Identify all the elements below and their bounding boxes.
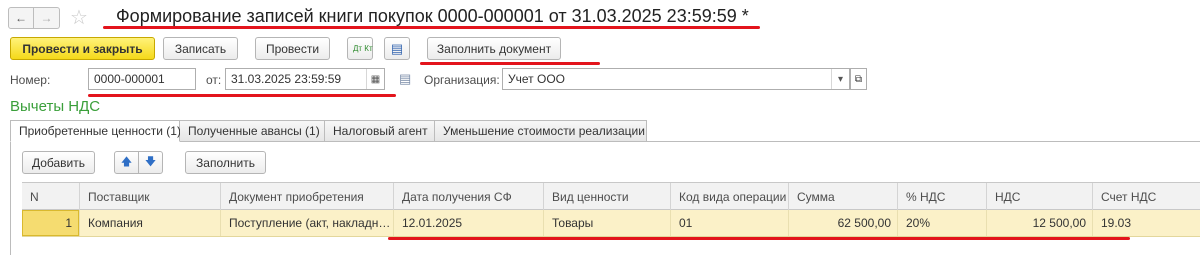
open-icon: ⧉ [854, 73, 863, 85]
report-button[interactable]: ▤ [384, 37, 410, 60]
move-down-button[interactable]: 🡇 [138, 151, 163, 174]
number-field[interactable]: 0000-000001 [88, 68, 196, 90]
add-row-button[interactable]: Добавить [22, 151, 95, 174]
star-icon[interactable]: ☆ [70, 8, 88, 28]
tab-tax-agent[interactable]: Налоговый агент [325, 120, 435, 142]
arrow-right-icon: → [40, 11, 53, 25]
forward-button[interactable]: → [34, 7, 60, 29]
tab-acquired-values[interactable]: Приобретенные ценности (1) [10, 120, 181, 142]
column-header-value-type[interactable]: Вид ценности [543, 183, 670, 210]
tab-sales-cost-reduction[interactable]: Уменьшение стоимости реализации [435, 120, 647, 142]
column-header-supplier[interactable]: Поставщик [79, 183, 220, 210]
save-button[interactable]: Записать [163, 37, 238, 60]
date-value: 31.03.2025 23:59:59 [231, 72, 342, 86]
date-field[interactable]: 31.03.2025 23:59:59 ▦ [225, 68, 385, 90]
annotation-underline-title [103, 26, 760, 29]
column-header-vat-rate[interactable]: % НДС [897, 183, 986, 210]
arrow-down-icon: 🡇 [144, 156, 157, 168]
cell-operation-code[interactable]: 01 [670, 210, 788, 236]
table-row[interactable]: 1 Компания Поступление (акт, накладн… 12… [22, 210, 1200, 237]
arrow-left-icon: ← [15, 11, 27, 25]
cell-vat-account[interactable]: 19.03 [1092, 210, 1200, 236]
cell-document[interactable]: Поступление (акт, накладн… [220, 210, 393, 236]
column-header-document[interactable]: Документ приобретения [220, 183, 393, 210]
fill-document-button[interactable]: Заполнить документ [427, 37, 561, 60]
column-header-amount[interactable]: Сумма [788, 183, 897, 210]
cell-invoice-date[interactable]: 12.01.2025 [393, 210, 543, 236]
title-bar: ← → ☆ [8, 6, 88, 30]
open-organization-button[interactable]: ⧉ [850, 68, 867, 90]
cell-n[interactable]: 1 [22, 210, 79, 236]
dt-kt-button[interactable]: Дт Кт [347, 37, 373, 60]
tab-received-advances[interactable]: Полученные авансы (1) [180, 120, 325, 142]
cell-supplier[interactable]: Компания [79, 210, 220, 236]
move-up-button[interactable]: 🡅 [114, 151, 139, 174]
column-header-invoice-date[interactable]: Дата получения СФ [393, 183, 543, 210]
annotation-underline-row [388, 237, 1130, 240]
annotation-underline-fill [420, 62, 600, 65]
dt-kt-icon: Дт Кт [353, 43, 373, 53]
post-and-close-button[interactable]: Провести и закрыть [10, 37, 155, 60]
date-label: от: [206, 73, 222, 87]
page-title: Формирование записей книги покупок 0000-… [116, 6, 749, 26]
column-header-vat[interactable]: НДС [986, 183, 1092, 210]
annotation-underline-number-date [88, 94, 396, 97]
tab-bar: Приобретенные ценности (1) Полученные ав… [10, 120, 647, 142]
organization-label: Организация: [424, 73, 500, 87]
chevron-down-icon[interactable]: ▾ [831, 69, 849, 89]
cell-vat[interactable]: 12 500,00 [986, 210, 1092, 236]
arrow-up-icon: 🡅 [120, 156, 133, 168]
cell-value-type[interactable]: Товары [543, 210, 670, 236]
table-header: N Поставщик Документ приобретения Дата п… [22, 182, 1200, 210]
memo-icon[interactable]: ▤ [399, 71, 411, 87]
number-label: Номер: [10, 73, 51, 87]
column-header-operation-code[interactable]: Код вида операции [670, 183, 788, 210]
column-header-vat-account[interactable]: Счет НДС [1092, 183, 1200, 210]
calendar-icon[interactable]: ▦ [366, 69, 384, 89]
report-icon: ▤ [390, 40, 404, 56]
fill-table-button[interactable]: Заполнить [185, 151, 266, 174]
back-button[interactable]: ← [8, 7, 34, 29]
section-title: Вычеты НДС [10, 98, 101, 115]
post-button[interactable]: Провести [255, 37, 330, 60]
organization-field[interactable]: Учет ООО ▾ [502, 68, 850, 90]
cell-amount[interactable]: 62 500,00 [788, 210, 897, 236]
cell-vat-rate[interactable]: 20% [897, 210, 986, 236]
column-header-n[interactable]: N [22, 183, 79, 210]
tab-panel-border-left [10, 141, 11, 255]
organization-value: Учет ООО [508, 72, 565, 86]
